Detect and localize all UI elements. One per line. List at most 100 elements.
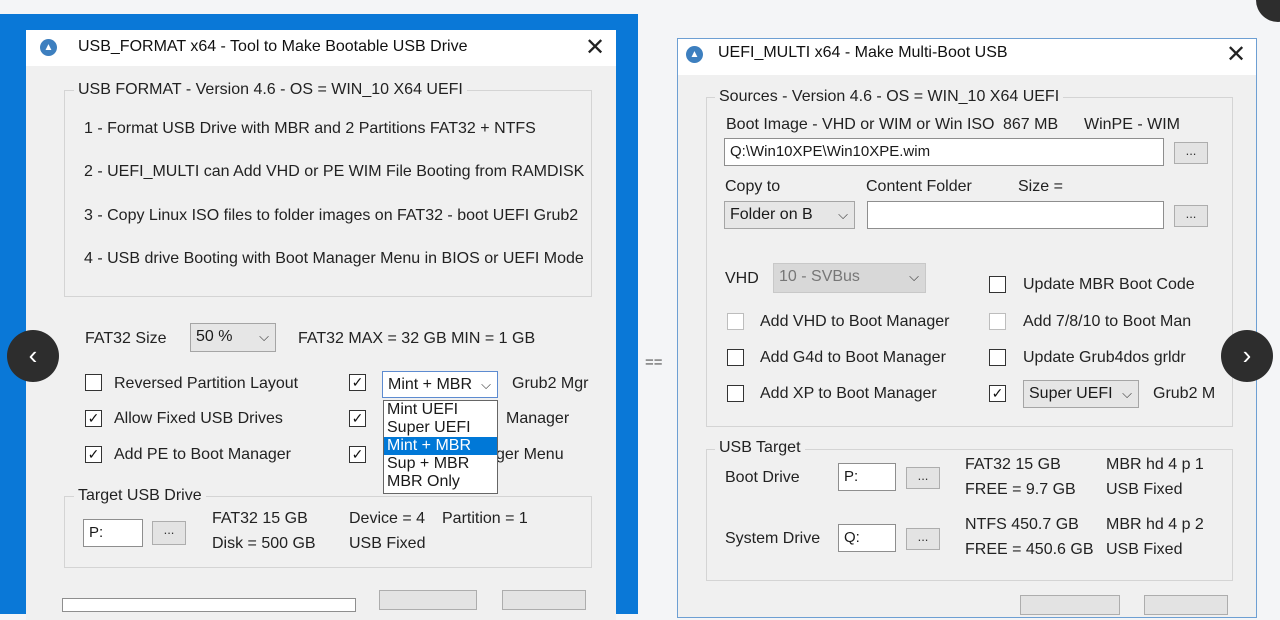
system-part: MBR hd 4 p 2 xyxy=(1106,516,1204,533)
bottom-button[interactable] xyxy=(379,590,477,610)
system-drive-field[interactable]: Q: xyxy=(838,524,896,552)
target-drive-field[interactable]: P: xyxy=(83,519,143,547)
vhd-label: VHD xyxy=(725,270,759,287)
fat32-size-select[interactable]: 50 % ⌵ xyxy=(190,323,276,352)
window-title: UEFI_MULTI x64 - Make Multi-Boot USB xyxy=(718,44,1008,61)
uefi-multi-window: ▲ UEFI_MULTI x64 - Make Multi-Boot USB ✕… xyxy=(677,38,1257,618)
next-arrow-icon[interactable]: › xyxy=(1221,330,1273,382)
size-label: Size = xyxy=(1018,178,1063,195)
target-partition: Partition = 1 xyxy=(442,510,528,527)
option-label: Add XP to Boot Manager xyxy=(760,385,937,402)
boot-image-label: Boot Image - VHD or WIM or Win ISO xyxy=(726,116,995,133)
chevron-down-icon: ⌵ xyxy=(1122,386,1132,401)
boot-fs: FAT32 15 GB xyxy=(965,456,1061,473)
dropdown-option[interactable]: MBR Only xyxy=(384,473,497,491)
boot-free: FREE = 9.7 GB xyxy=(965,481,1076,498)
dropdown-option[interactable]: Super UEFI xyxy=(384,419,497,437)
option-label: Update Grub4dos grldr xyxy=(1023,349,1186,366)
option-label: Reversed Partition Layout xyxy=(114,375,299,392)
option-label: Add G4d to Boot Manager xyxy=(760,349,946,366)
fat32-limits: FAT32 MAX = 32 GB MIN = 1 GB xyxy=(298,330,536,347)
boot-drive-browse-button[interactable]: ... xyxy=(906,467,940,489)
chevron-down-icon: ⌵ xyxy=(909,269,919,284)
copy-to-select[interactable]: Folder on B ⌵ xyxy=(724,201,855,229)
option-label: Update MBR Boot Code xyxy=(1023,276,1195,293)
content-folder-label: Content Folder xyxy=(866,178,972,195)
manager-checkbox[interactable]: ✓ xyxy=(349,410,366,427)
app-icon: ▲ xyxy=(40,39,57,56)
target-device: Device = 4 xyxy=(349,510,426,527)
info-line: 2 - UEFI_MULTI can Add VHD or PE WIM Fil… xyxy=(84,163,585,180)
info-line: 4 - USB drive Booting with Boot Manager … xyxy=(84,250,584,267)
status-field xyxy=(62,598,356,612)
copy-to-label: Copy to xyxy=(725,178,781,195)
grub-mode-select[interactable]: Mint + MBR ⌵ xyxy=(382,371,498,398)
boot-image-browse-button[interactable]: ... xyxy=(1174,142,1208,164)
update-grub4dos-checkbox[interactable] xyxy=(989,349,1006,366)
add-vhd-checkbox[interactable] xyxy=(727,313,744,330)
target-group-label: Target USB Drive xyxy=(74,487,206,505)
chevron-down-icon: ⌵ xyxy=(259,329,269,344)
info-line: 1 - Format USB Drive with MBR and 2 Part… xyxy=(84,120,536,137)
usb-target-label: USB Target xyxy=(715,439,805,457)
content-folder-field[interactable] xyxy=(867,201,1164,229)
grub-checkbox[interactable]: ✓ xyxy=(349,374,366,391)
bottom-button[interactable] xyxy=(1020,595,1120,615)
corner-button[interactable] xyxy=(1256,0,1280,22)
option-label-partial: Manager xyxy=(506,410,570,427)
app-icon: ▲ xyxy=(686,46,703,63)
dropdown-option[interactable]: Mint UEFI xyxy=(384,401,497,419)
close-icon[interactable]: ✕ xyxy=(1226,43,1246,67)
uefi-mode-select[interactable]: Super UEFI ⌵ xyxy=(1023,380,1139,408)
title-bar: ▲ USB_FORMAT x64 - Tool to Make Bootable… xyxy=(26,30,616,66)
target-bus: USB Fixed xyxy=(349,535,426,552)
dropdown-option[interactable]: Sup + MBR xyxy=(384,455,497,473)
add-7810-checkbox[interactable] xyxy=(989,313,1006,330)
target-browse-button[interactable]: ... xyxy=(152,521,186,545)
info-group-label: USB FORMAT - Version 4.6 - OS = WIN_10 X… xyxy=(74,81,467,99)
target-disk: Disk = 500 GB xyxy=(212,535,316,552)
separator: == xyxy=(645,354,663,371)
info-line: 3 - Copy Linux ISO files to folder image… xyxy=(84,207,579,224)
option-label: Add VHD to Boot Manager xyxy=(760,313,950,330)
add-xp-checkbox[interactable] xyxy=(727,385,744,402)
system-fs: NTFS 450.7 GB xyxy=(965,516,1079,533)
system-drive-label: System Drive xyxy=(725,530,821,547)
close-icon[interactable]: ✕ xyxy=(585,36,605,60)
system-free: FREE = 450.6 GB xyxy=(965,541,1094,558)
vhd-driver-select[interactable]: 10 - SVBus ⌵ xyxy=(773,263,926,293)
content-folder-browse-button[interactable]: ... xyxy=(1174,205,1208,227)
boot-image-size: 867 MB xyxy=(1003,116,1059,133)
reversed-layout-checkbox[interactable] xyxy=(85,374,102,391)
dropdown-option-selected[interactable]: Mint + MBR xyxy=(384,437,497,455)
option-label: Allow Fixed USB Drives xyxy=(114,410,283,427)
chevron-down-icon: ⌵ xyxy=(838,207,848,222)
target-group xyxy=(64,496,592,568)
boot-image-type: WinPE - WIM xyxy=(1084,116,1180,133)
option-label: Add PE to Boot Manager xyxy=(114,446,291,463)
previous-arrow-icon[interactable]: ‹ xyxy=(7,330,59,382)
boot-image-path-field[interactable]: Q:\Win10XPE\Win10XPE.wim xyxy=(724,138,1164,166)
add-g4d-checkbox[interactable] xyxy=(727,349,744,366)
boot-drive-field[interactable]: P: xyxy=(838,463,896,491)
fat32-size-label: FAT32 Size xyxy=(85,330,167,347)
system-drive-browse-button[interactable]: ... xyxy=(906,528,940,550)
option-label: Add 7/8/10 to Boot Man xyxy=(1023,313,1192,330)
allow-fixed-checkbox[interactable]: ✓ xyxy=(85,410,102,427)
title-bar: ▲ UEFI_MULTI x64 - Make Multi-Boot USB ✕ xyxy=(678,39,1256,75)
boot-bus: USB Fixed xyxy=(1106,481,1183,498)
menu-checkbox[interactable]: ✓ xyxy=(349,446,366,463)
system-bus: USB Fixed xyxy=(1106,541,1183,558)
uefi-grub-checkbox[interactable]: ✓ xyxy=(989,385,1006,402)
target-fs: FAT32 15 GB xyxy=(212,510,308,527)
uefi-label: Grub2 M xyxy=(1153,385,1216,402)
boot-drive-label: Boot Drive xyxy=(725,469,800,486)
exit-button[interactable] xyxy=(502,590,586,610)
update-mbr-checkbox[interactable] xyxy=(989,276,1006,293)
chevron-down-icon: ⌵ xyxy=(481,377,491,392)
add-pe-checkbox[interactable]: ✓ xyxy=(85,446,102,463)
option-label-partial: ger Menu xyxy=(496,446,564,463)
window-title: USB_FORMAT x64 - Tool to Make Bootable U… xyxy=(78,38,468,55)
bottom-button[interactable] xyxy=(1144,595,1228,615)
boot-part: MBR hd 4 p 1 xyxy=(1106,456,1204,473)
